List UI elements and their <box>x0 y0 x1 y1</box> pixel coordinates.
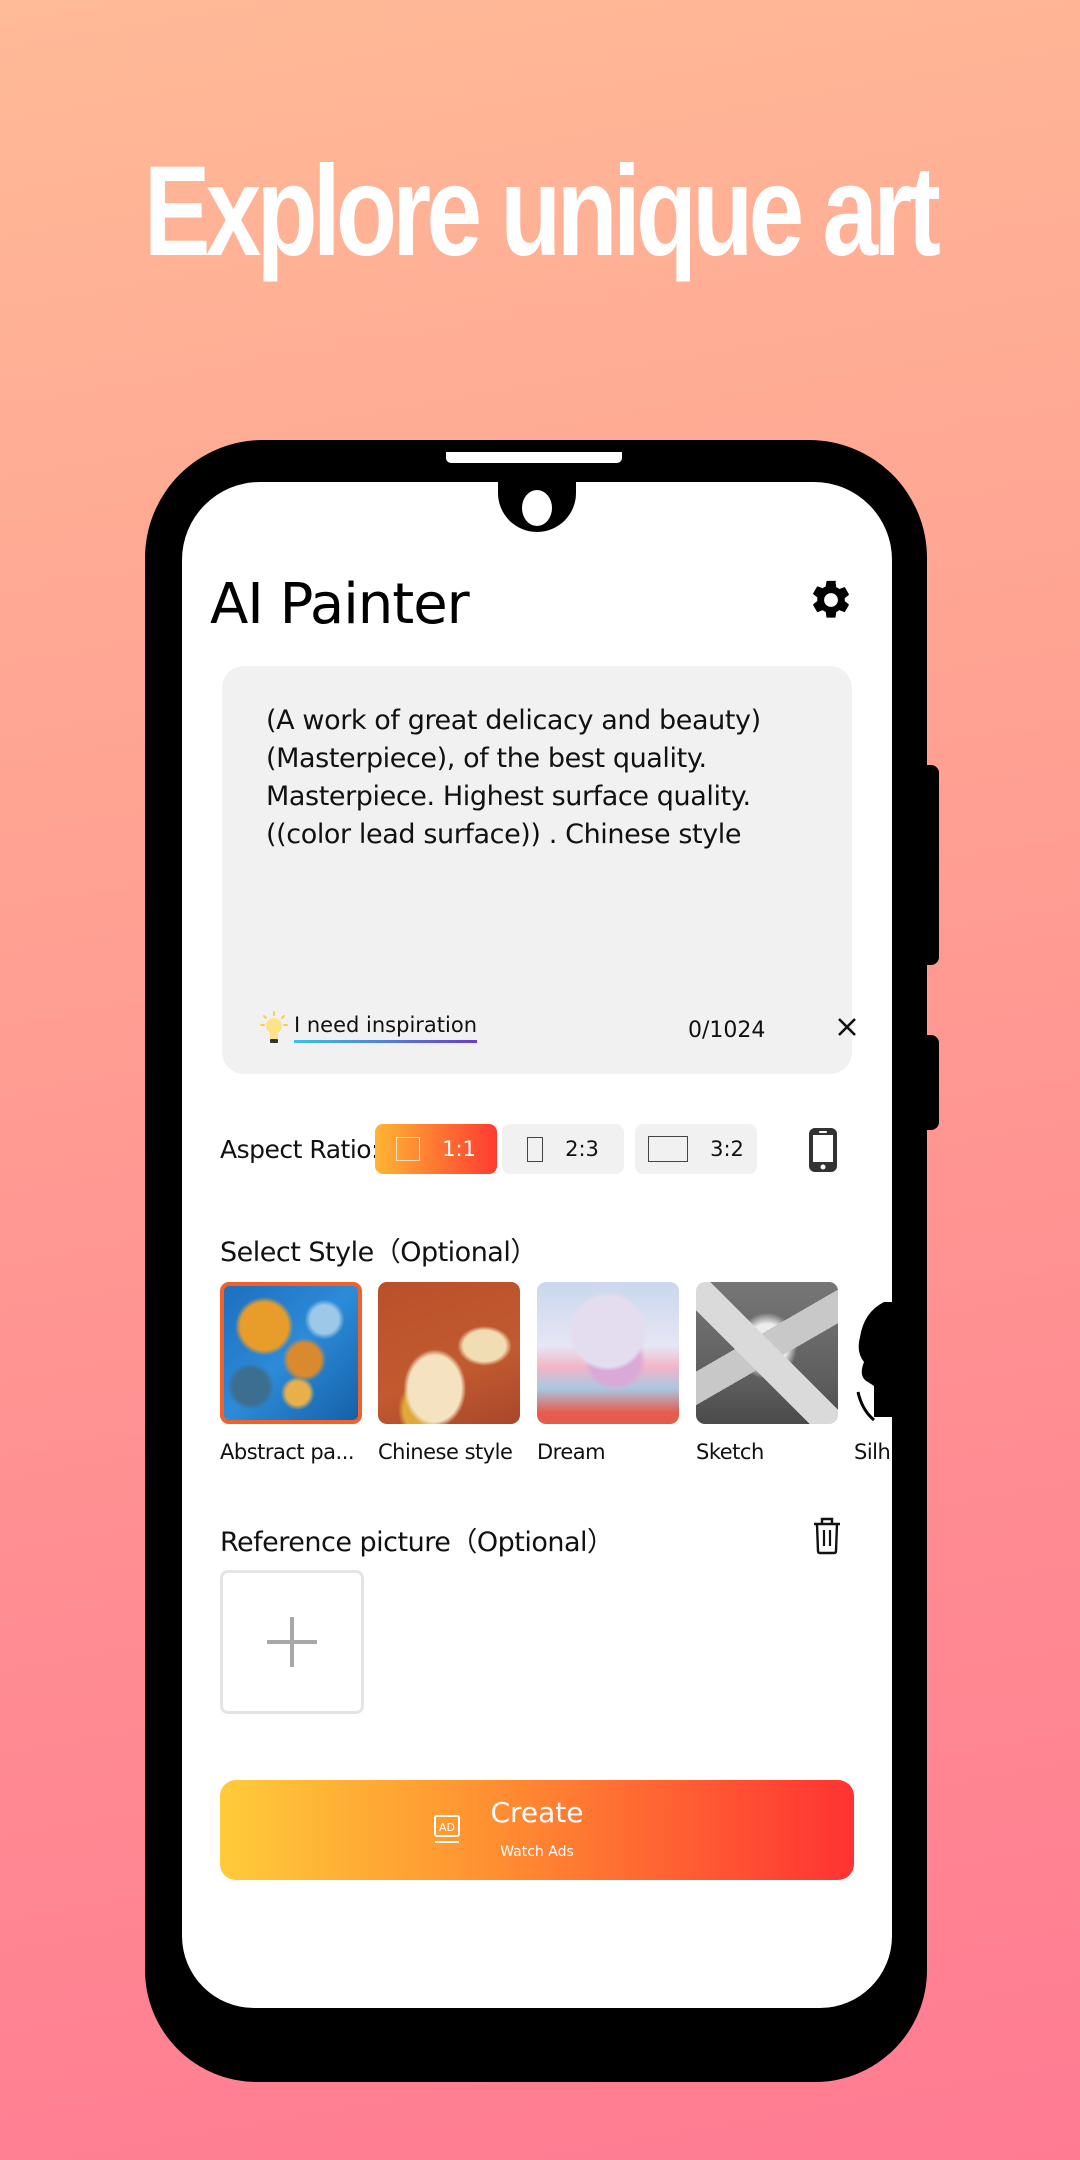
style-thumbnail <box>378 1282 520 1424</box>
inspiration-link[interactable]: I need inspiration <box>260 1011 478 1045</box>
create-button[interactable]: AD Create Watch Ads <box>220 1780 854 1880</box>
prompt-text[interactable]: (A work of great delicacy and beauty) (M… <box>266 702 826 854</box>
tree-silhouette-image <box>856 1302 892 1422</box>
watch-ads-label: Watch Ads <box>500 1844 574 1860</box>
style-name: Silh <box>854 1440 891 1464</box>
close-icon <box>838 1018 856 1036</box>
ratio-option-3-2[interactable]: 3:2 <box>635 1124 757 1174</box>
device-ratio-button[interactable] <box>806 1126 840 1174</box>
style-item-dream[interactable]: Dream <box>537 1282 679 1464</box>
camera-icon <box>522 490 552 526</box>
promo-headline: Explore unique art <box>143 140 941 283</box>
ratio-label: 3:2 <box>710 1137 744 1161</box>
square-shape-icon <box>396 1137 421 1161</box>
style-name: Abstract pa... <box>220 1440 355 1464</box>
style-thumbnail <box>220 1282 362 1424</box>
style-thumbnail <box>696 1282 838 1424</box>
ratio-label: 1:1 <box>442 1137 476 1161</box>
style-item-silhouette[interactable]: Silh <box>854 1282 892 1464</box>
style-name: Dream <box>537 1440 606 1464</box>
phone-screen: AI Painter (A work of great delicacy and… <box>182 482 892 2008</box>
clear-prompt-button[interactable] <box>832 1012 862 1042</box>
app-title: AI Painter <box>210 572 470 637</box>
select-style-title: Select Style（Optional） <box>220 1237 537 1268</box>
phone-side-button-power <box>925 765 939 965</box>
smartphone-icon <box>809 1128 837 1172</box>
landscape-shape-icon <box>648 1136 689 1162</box>
style-thumbnail <box>854 1282 892 1424</box>
create-label: Create <box>490 1796 584 1829</box>
phone-side-button-volume <box>925 1035 939 1130</box>
camera-notch <box>498 482 576 532</box>
style-name: Sketch <box>696 1440 764 1464</box>
char-counter: 0/1024 <box>688 1018 766 1043</box>
style-item-chinese[interactable]: Chinese style <box>378 1282 520 1464</box>
plus-icon <box>267 1617 317 1667</box>
delete-reference-button[interactable] <box>812 1515 842 1555</box>
aspect-ratio-label: Aspect Ratio: <box>220 1135 379 1164</box>
add-reference-button[interactable] <box>220 1570 364 1714</box>
style-thumbnail <box>537 1282 679 1424</box>
gear-icon <box>813 580 849 618</box>
style-item-sketch[interactable]: Sketch <box>696 1282 838 1464</box>
prompt-input[interactable]: (A work of great delicacy and beauty) (M… <box>222 666 856 1074</box>
aspect-ratio-row: Aspect Ratio: 1:1 2:3 3:2 <box>220 1124 860 1174</box>
inspiration-label: I need inspiration <box>294 1013 478 1043</box>
settings-button[interactable] <box>808 577 854 623</box>
phone-speaker <box>446 452 622 463</box>
portrait-shape-icon <box>527 1136 544 1162</box>
reference-picture-title: Reference picture（Optional） <box>220 1527 614 1558</box>
style-name: Chinese style <box>378 1440 513 1464</box>
style-list[interactable]: Abstract pa... Chinese style Dream Sketc… <box>220 1282 892 1472</box>
ratio-option-2-3[interactable]: 2:3 <box>502 1124 624 1174</box>
ratio-label: 2:3 <box>565 1137 599 1161</box>
style-item-abstract[interactable]: Abstract pa... <box>220 1282 362 1464</box>
trash-icon <box>814 1517 840 1555</box>
lightbulb-icon <box>260 1011 288 1043</box>
ratio-option-1-1[interactable]: 1:1 <box>375 1124 497 1174</box>
